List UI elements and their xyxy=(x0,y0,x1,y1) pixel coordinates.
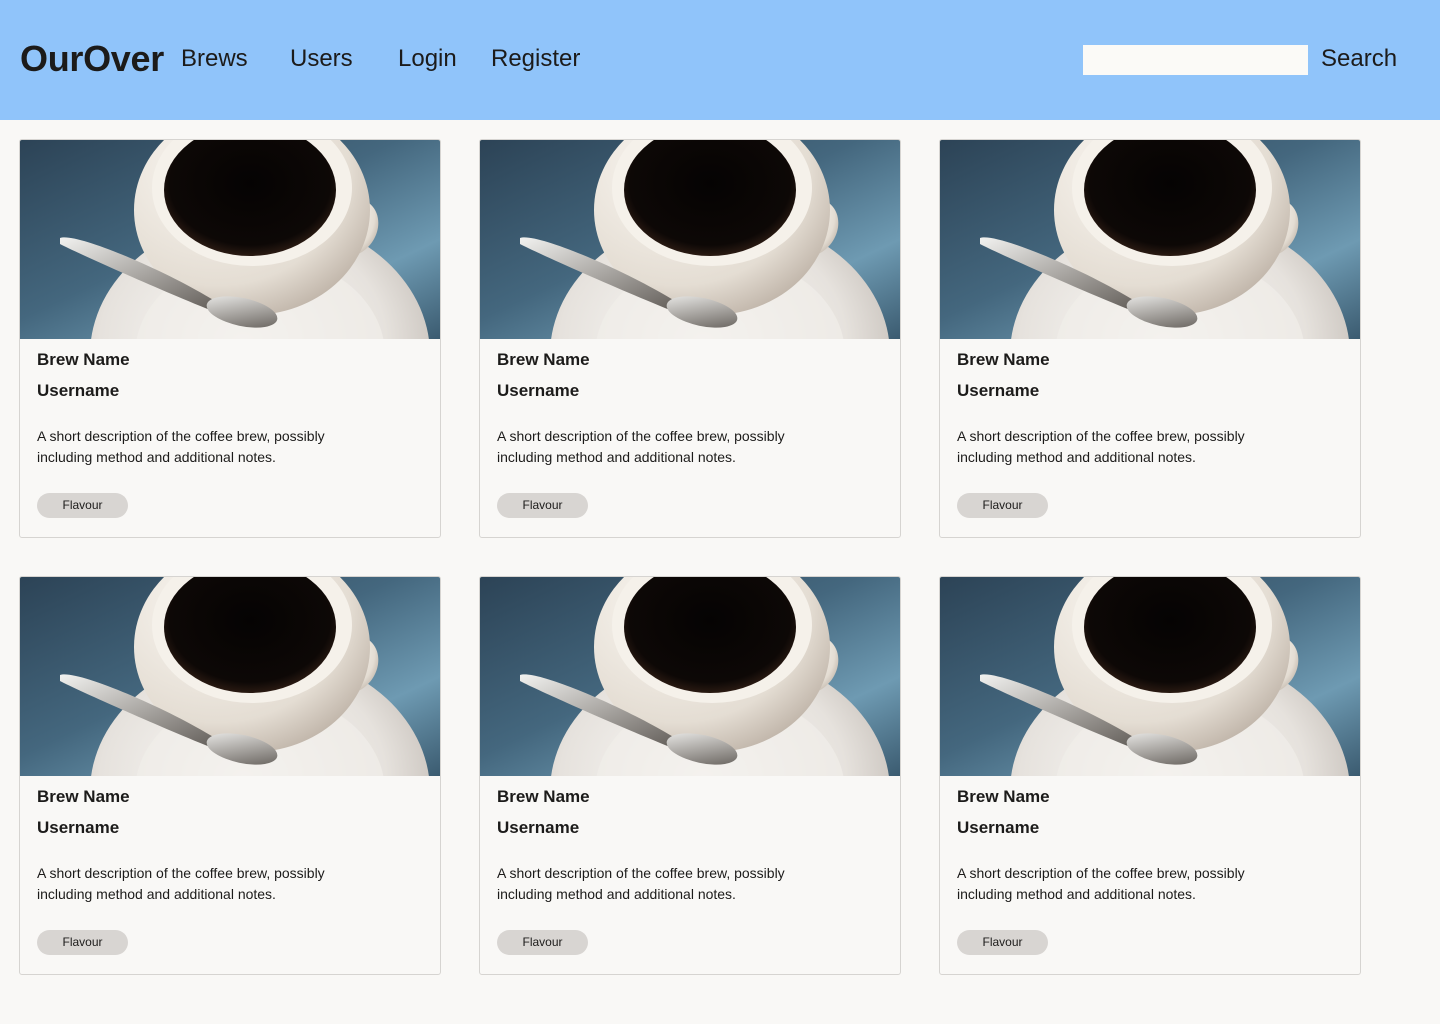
flavour-tag[interactable]: Flavour xyxy=(497,930,588,955)
username: Username xyxy=(497,381,580,400)
brew-description: A short description of the coffee brew, … xyxy=(957,865,1245,902)
brew-card[interactable]: Brew Name Username A short description o… xyxy=(19,139,441,538)
brew-description: A short description of the coffee brew, … xyxy=(497,428,785,465)
coffee-cup-image xyxy=(480,577,900,776)
nav-link-users[interactable]: Users xyxy=(290,45,353,73)
username: Username xyxy=(957,818,1040,837)
coffee-cup-image xyxy=(940,140,1360,339)
flavour-tag[interactable]: Flavour xyxy=(37,493,128,518)
coffee-cup-image xyxy=(20,577,440,776)
username: Username xyxy=(957,381,1040,400)
brew-card[interactable]: Brew Name Username A short description o… xyxy=(479,576,901,975)
brew-card[interactable]: Brew Name Username A short description o… xyxy=(939,139,1361,538)
flavour-tag[interactable]: Flavour xyxy=(957,930,1048,955)
coffee-cup-image xyxy=(20,140,440,339)
brew-name: Brew Name xyxy=(497,350,590,369)
brew-description: A short description of the coffee brew, … xyxy=(37,428,325,465)
brew-description: A short description of the coffee brew, … xyxy=(37,865,325,902)
coffee-cup-image xyxy=(480,140,900,339)
navbar: OurOver Brews Users Login Register Searc… xyxy=(0,0,1440,120)
flavour-tag[interactable]: Flavour xyxy=(37,930,128,955)
coffee-cup-image xyxy=(940,577,1360,776)
search-button[interactable]: Search xyxy=(1321,45,1397,74)
username: Username xyxy=(37,381,120,400)
nav-link-brews[interactable]: Brews xyxy=(181,45,248,73)
flavour-tag[interactable]: Flavour xyxy=(957,493,1048,518)
brew-card[interactable]: Brew Name Username A short description o… xyxy=(19,576,441,975)
brew-description: A short description of the coffee brew, … xyxy=(957,428,1245,465)
brew-name: Brew Name xyxy=(957,787,1050,806)
brew-name: Brew Name xyxy=(37,787,130,806)
nav-link-register[interactable]: Register xyxy=(491,45,580,73)
brand-logo[interactable]: OurOver xyxy=(20,38,164,80)
brew-name: Brew Name xyxy=(957,350,1050,369)
flavour-tag[interactable]: Flavour xyxy=(497,493,588,518)
username: Username xyxy=(37,818,120,837)
brew-card[interactable]: Brew Name Username A short description o… xyxy=(479,139,901,538)
nav-link-login[interactable]: Login xyxy=(398,45,457,73)
search-input[interactable] xyxy=(1083,45,1308,75)
username: Username xyxy=(497,818,580,837)
brew-name: Brew Name xyxy=(497,787,590,806)
brew-card[interactable]: Brew Name Username A short description o… xyxy=(939,576,1361,975)
brew-description: A short description of the coffee brew, … xyxy=(497,865,785,902)
brew-name: Brew Name xyxy=(37,350,130,369)
